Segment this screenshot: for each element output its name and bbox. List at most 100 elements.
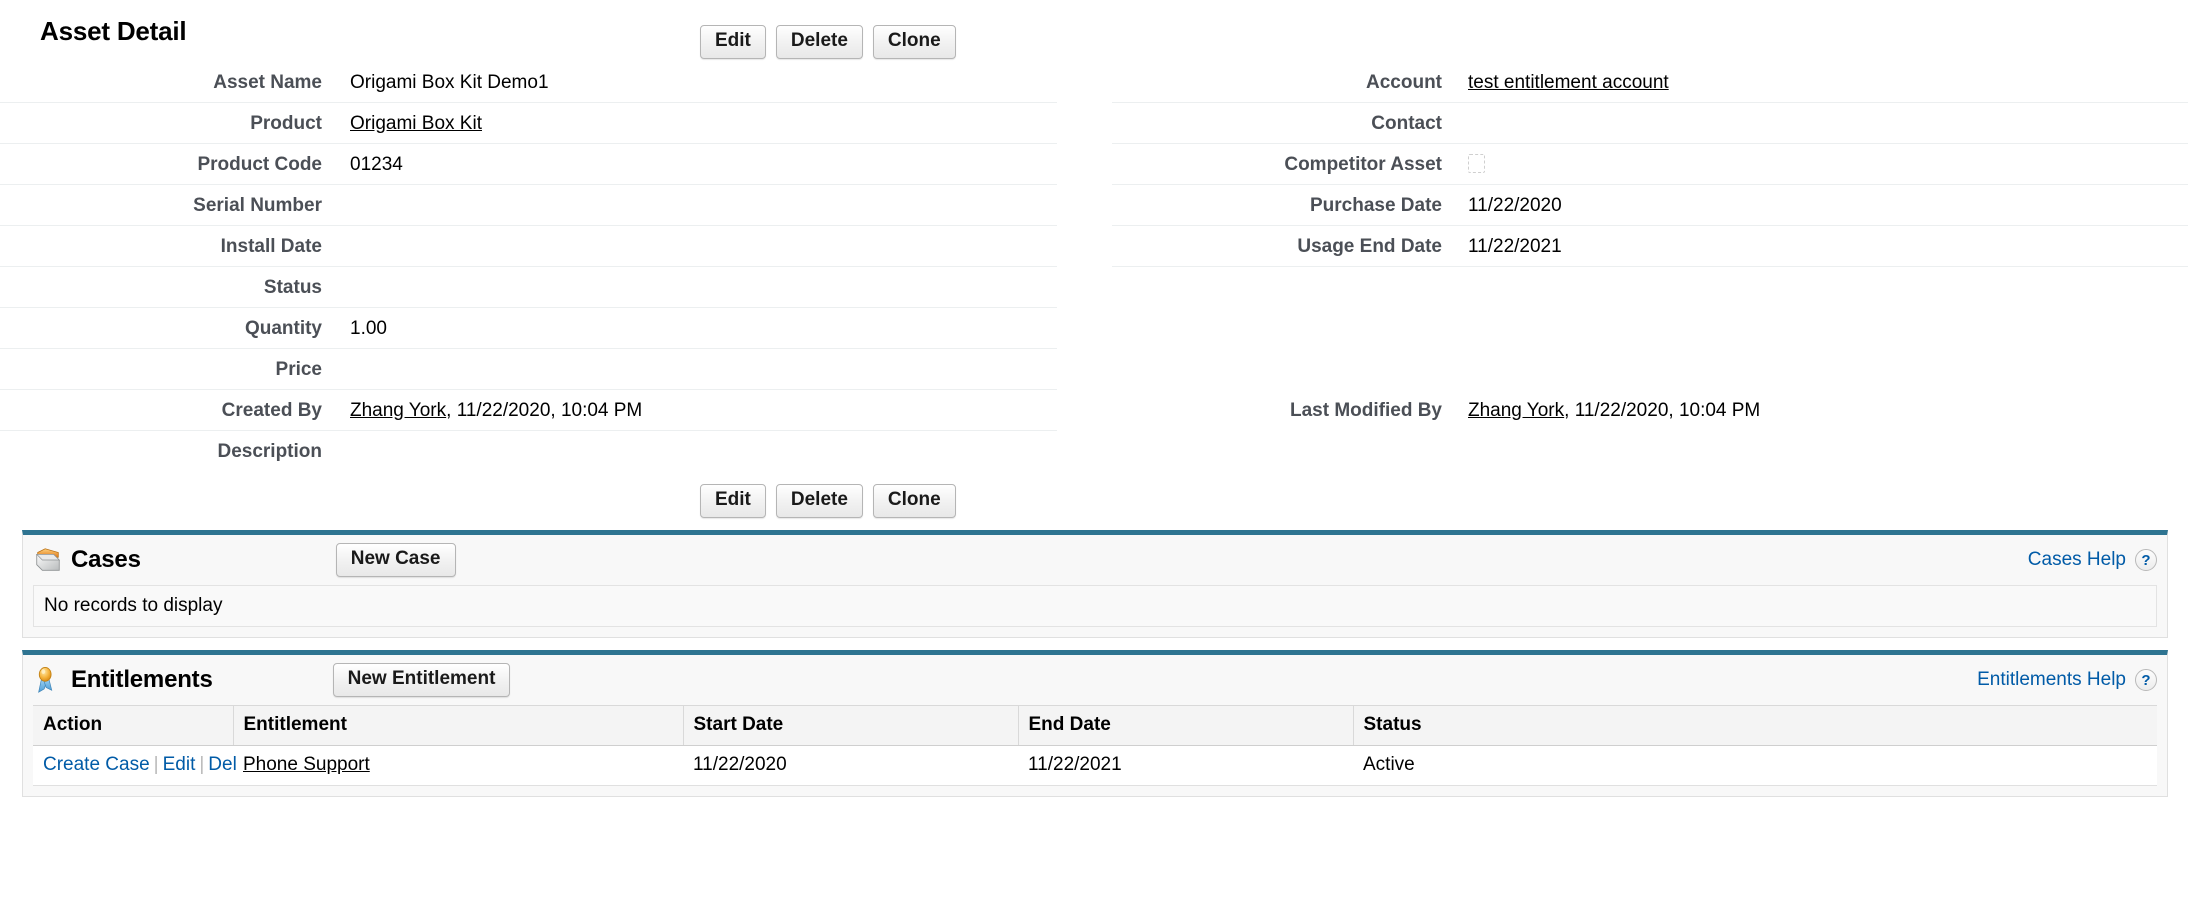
delete-button-bottom[interactable]: Delete <box>775 484 863 518</box>
field-value: 01234 <box>350 154 403 175</box>
entitlements-related-list: Entitlements New Entitlement Entitlement… <box>22 650 2168 797</box>
field-value: 11/22/2020 <box>1468 195 1562 216</box>
field-usage-end-date: Usage End Date 11/22/2021 <box>1112 226 2188 267</box>
product-link[interactable]: Origami Box Kit <box>350 113 482 134</box>
field-price: Price <box>0 349 1057 390</box>
field-value <box>1442 267 1468 277</box>
column-header-entitlement[interactable]: Entitlement <box>233 705 684 746</box>
field-value: Origami Box Kit <box>322 103 482 135</box>
field-spacer <box>1112 349 2188 390</box>
field-label: Serial Number <box>193 195 322 216</box>
table-row: Create Case | Edit | Del Phone Support 11/22… <box>33 745 2157 786</box>
detail-header: Asset Detail Edit Delete Clone <box>0 0 2188 62</box>
field-value: 1.00 <box>350 318 387 339</box>
cases-help-group: Cases Help ? <box>2028 549 2157 571</box>
field-value <box>322 349 350 359</box>
field-label: Account <box>1366 72 1442 93</box>
entitlements-help-link[interactable]: Entitlements Help <box>1977 669 2126 691</box>
last-modified-by-user-link[interactable]: Zhang York <box>1468 400 1564 421</box>
field-value <box>1442 308 1468 318</box>
entitlements-help-group: Entitlements Help ? <box>1977 669 2157 691</box>
cell-start-date: 11/22/2020 <box>683 745 1018 786</box>
field-competitor-asset: Competitor Asset <box>1112 144 2188 185</box>
clone-button-bottom[interactable]: Clone <box>872 484 956 518</box>
field-value <box>322 226 350 236</box>
page-title: Asset Detail <box>40 15 187 46</box>
field-product-code: Product Code 01234 <box>0 144 1057 185</box>
cases-title: Cases <box>71 546 141 573</box>
edit-button-bottom[interactable]: Edit <box>700 484 766 518</box>
field-label <box>1112 349 1442 359</box>
field-created-by: Created By Zhang York, 11/22/2020, 10:04… <box>0 390 1057 431</box>
field-label: Competitor Asset <box>1284 154 1442 175</box>
field-label: Product <box>250 113 322 134</box>
detail-action-buttons-bottom: Edit Delete Clone <box>0 472 2188 530</box>
field-account: Account test entitlement account <box>1112 62 2188 103</box>
column-header-end-date[interactable]: End Date <box>1018 705 1354 746</box>
field-label: Usage End Date <box>1297 236 1442 257</box>
field-value: 11/22/2021 <box>1468 236 1562 257</box>
cell-status: Active <box>1353 745 2157 786</box>
created-by-user-link[interactable]: Zhang York <box>350 400 446 421</box>
question-mark-icon[interactable]: ? <box>2135 669 2157 691</box>
field-label: Created By <box>221 400 322 421</box>
entitlement-name-link[interactable]: Phone Support <box>243 754 370 775</box>
create-case-action-link[interactable]: Create Case <box>43 754 150 775</box>
competitor-asset-checkbox <box>1468 154 1485 174</box>
column-header-start-date[interactable]: Start Date <box>683 705 1019 746</box>
edit-button[interactable]: Edit <box>700 25 766 59</box>
column-header-status[interactable]: Status <box>1353 705 2157 746</box>
field-value <box>1442 103 1468 113</box>
field-serial-number: Serial Number <box>0 185 1057 226</box>
column-header-action[interactable]: Action <box>33 705 234 746</box>
action-separator: | <box>153 754 159 775</box>
new-entitlement-button[interactable]: New Entitlement <box>332 663 511 697</box>
cases-empty-message: No records to display <box>33 585 2157 627</box>
new-case-button[interactable]: New Case <box>335 543 456 577</box>
entitlements-header: Entitlements New Entitlement Entitlement… <box>23 655 2167 705</box>
field-label: Last Modified By <box>1289 400 1442 421</box>
ribbon-award-icon <box>38 667 53 693</box>
field-label: Quantity <box>244 318 322 339</box>
field-spacer <box>1112 308 2188 349</box>
field-contact: Contact <box>1112 103 2188 144</box>
del-action-link[interactable]: Del <box>208 754 237 775</box>
field-value: Zhang York, 11/22/2020, 10:04 PM <box>322 390 642 422</box>
cell-entitlement: Phone Support <box>233 745 683 786</box>
field-label <box>1112 308 1442 318</box>
clone-button[interactable]: Clone <box>872 25 956 59</box>
field-label: Status <box>263 277 322 298</box>
field-value <box>1442 349 1468 359</box>
delete-button[interactable]: Delete <box>775 25 863 59</box>
table-header-row: Action Entitlement Start Date End Date S… <box>33 705 2157 746</box>
entitlements-table: Action Entitlement Start Date End Date S… <box>33 705 2157 786</box>
field-value <box>322 431 350 441</box>
created-by-timestamp: , 11/22/2020, 10:04 PM <box>446 400 643 421</box>
field-label: Contact <box>1371 113 1442 134</box>
field-spacer <box>1112 431 2188 472</box>
field-value <box>322 185 350 195</box>
cases-body: No records to display <box>23 585 2167 637</box>
field-label <box>1112 431 1442 441</box>
cases-help-link[interactable]: Cases Help <box>2028 549 2126 571</box>
edit-action-link[interactable]: Edit <box>163 754 196 775</box>
asset-detail-section: Asset Detail Edit Delete Clone Asset Nam… <box>0 0 2188 530</box>
field-purchase-date: Purchase Date 11/22/2020 <box>1112 185 2188 226</box>
field-description: Description <box>0 431 1057 472</box>
field-last-modified-by: Last Modified By Zhang York, 11/22/2020,… <box>1112 390 2188 431</box>
field-label: Purchase Date <box>1309 195 1442 216</box>
question-mark-icon[interactable]: ? <box>2135 549 2157 571</box>
account-link[interactable]: test entitlement account <box>1468 72 1669 93</box>
field-asset-name: Asset Name Origami Box Kit Demo1 <box>0 62 1057 103</box>
field-quantity: Quantity 1.00 <box>0 308 1057 349</box>
field-spacer <box>1112 267 2188 308</box>
cases-header: Cases New Case Cases Help ? <box>23 535 2167 585</box>
detail-right-column: Account test entitlement account Contact… <box>1112 62 2188 472</box>
field-label <box>1112 267 1442 277</box>
cell-actions: Create Case | Edit | Del <box>33 745 237 786</box>
field-status: Status <box>0 267 1057 308</box>
action-separator: | <box>199 754 205 775</box>
field-product: Product Origami Box Kit <box>0 103 1057 144</box>
field-value: test entitlement account <box>1442 62 1669 94</box>
field-value <box>1442 431 1468 441</box>
